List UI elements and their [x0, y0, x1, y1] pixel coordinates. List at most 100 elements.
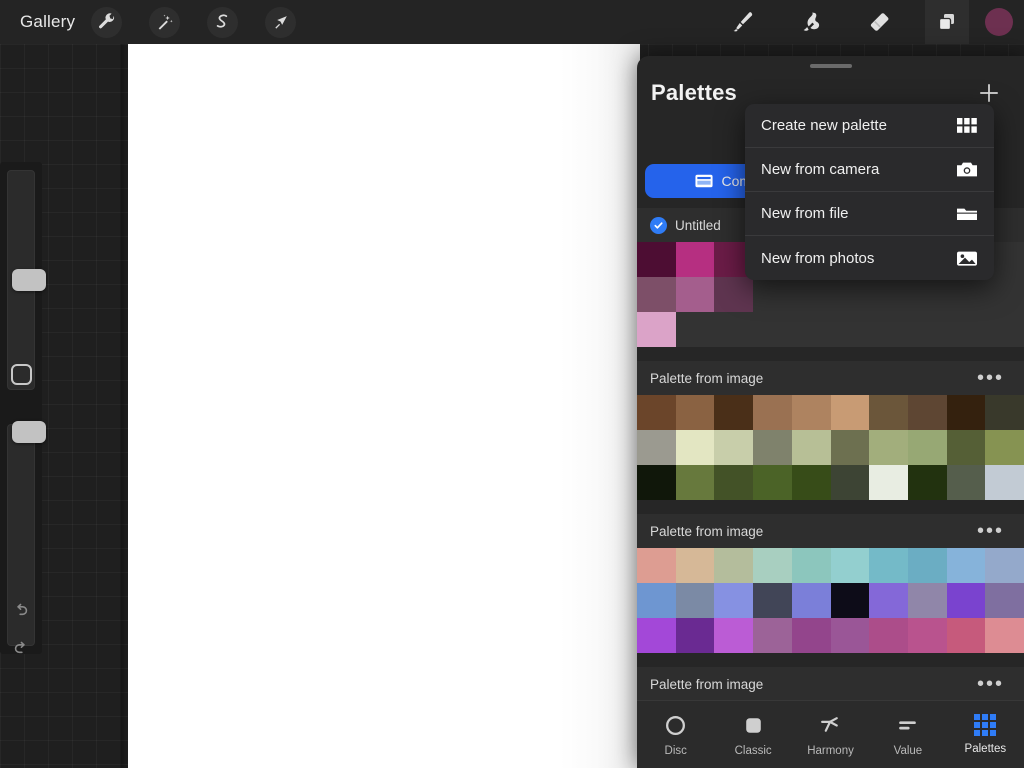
color-swatch[interactable]	[869, 430, 908, 465]
color-swatch[interactable]	[947, 618, 986, 653]
menu-item-new-from-photos[interactable]: New from photos	[745, 236, 994, 280]
undo-button[interactable]	[0, 592, 42, 630]
color-swatch[interactable]	[753, 583, 792, 618]
color-swatch[interactable]	[985, 277, 1024, 312]
color-swatch[interactable]	[869, 465, 908, 500]
color-swatch[interactable]	[831, 548, 870, 583]
tab-palettes[interactable]: Palettes	[947, 714, 1024, 755]
color-swatch[interactable]	[637, 277, 676, 312]
color-swatch[interactable]	[792, 465, 831, 500]
color-swatch[interactable]	[908, 618, 947, 653]
tab-harmony[interactable]: Harmony	[792, 713, 869, 757]
color-swatch[interactable]	[869, 312, 908, 347]
tab-classic[interactable]: Classic	[714, 713, 791, 757]
palette-options-button[interactable]: •••	[977, 372, 1004, 384]
palette-options-button[interactable]: •••	[977, 678, 1004, 690]
brush-size-slider[interactable]	[7, 170, 35, 390]
color-swatch[interactable]	[792, 583, 831, 618]
color-swatch[interactable]	[637, 465, 676, 500]
menu-item-new-from-camera[interactable]: New from camera	[745, 148, 994, 192]
color-swatch[interactable]	[947, 465, 986, 500]
color-swatch[interactable]	[831, 430, 870, 465]
current-color-swatch[interactable]	[985, 8, 1013, 36]
color-swatch[interactable]	[637, 548, 676, 583]
color-swatch[interactable]	[908, 430, 947, 465]
color-swatch[interactable]	[869, 395, 908, 430]
color-swatch[interactable]	[637, 583, 676, 618]
palette-options-button[interactable]: •••	[977, 525, 1004, 537]
color-swatch[interactable]	[753, 395, 792, 430]
brush-size-thumb[interactable]	[12, 269, 46, 291]
color-swatch[interactable]	[831, 277, 870, 312]
color-swatch[interactable]	[676, 618, 715, 653]
color-swatch[interactable]	[753, 430, 792, 465]
menu-item-create-new-palette[interactable]: Create new palette	[745, 104, 994, 148]
selection-icon[interactable]	[207, 7, 238, 38]
color-swatch[interactable]	[908, 548, 947, 583]
color-swatch[interactable]	[792, 430, 831, 465]
color-swatch[interactable]	[831, 465, 870, 500]
color-swatch[interactable]	[676, 465, 715, 500]
panel-drag-handle[interactable]	[810, 64, 852, 68]
magic-wand-icon[interactable]	[149, 7, 180, 38]
color-swatch[interactable]	[676, 548, 715, 583]
wrench-icon[interactable]	[91, 7, 122, 38]
color-swatch[interactable]	[985, 583, 1024, 618]
color-swatch[interactable]	[714, 548, 753, 583]
color-swatch[interactable]	[869, 277, 908, 312]
color-swatch[interactable]	[908, 465, 947, 500]
color-swatch[interactable]	[753, 312, 792, 347]
color-swatch[interactable]	[753, 465, 792, 500]
color-swatch[interactable]	[985, 618, 1024, 653]
color-swatch[interactable]	[637, 430, 676, 465]
menu-item-new-from-file[interactable]: New from file	[745, 192, 994, 236]
palette-list[interactable]: UntitledPalette from image•••Palette fro…	[637, 208, 1024, 756]
color-swatch[interactable]	[985, 548, 1024, 583]
color-swatch[interactable]	[676, 583, 715, 618]
color-swatch[interactable]	[947, 312, 986, 347]
color-swatch[interactable]	[753, 618, 792, 653]
color-swatch[interactable]	[869, 618, 908, 653]
color-swatch[interactable]	[947, 583, 986, 618]
eraser-icon[interactable]	[857, 0, 901, 44]
color-swatch[interactable]	[676, 312, 715, 347]
color-swatch[interactable]	[985, 312, 1024, 347]
tab-value[interactable]: Value	[869, 713, 946, 757]
color-swatch[interactable]	[908, 583, 947, 618]
color-swatch[interactable]	[637, 242, 676, 277]
color-swatch[interactable]	[676, 430, 715, 465]
color-swatch[interactable]	[831, 618, 870, 653]
redo-button[interactable]	[0, 630, 42, 668]
gallery-button[interactable]: Gallery	[0, 0, 91, 44]
color-swatch[interactable]	[792, 548, 831, 583]
smudge-icon[interactable]	[789, 0, 833, 44]
paintbrush-icon[interactable]	[721, 0, 765, 44]
color-swatch[interactable]	[753, 277, 792, 312]
color-swatch[interactable]	[985, 395, 1024, 430]
palette-card[interactable]: Palette from image•••	[637, 361, 1024, 500]
brush-opacity-thumb[interactable]	[12, 421, 46, 443]
transform-arrow-icon[interactable]	[265, 7, 296, 38]
color-swatch[interactable]	[676, 277, 715, 312]
palette-card[interactable]: Palette from image•••	[637, 514, 1024, 653]
modify-button[interactable]	[11, 364, 32, 385]
color-swatch[interactable]	[985, 465, 1024, 500]
color-swatch[interactable]	[908, 277, 947, 312]
color-swatch[interactable]	[637, 312, 676, 347]
color-swatch[interactable]	[714, 395, 753, 430]
color-swatch[interactable]	[908, 395, 947, 430]
tab-disc[interactable]: Disc	[637, 713, 714, 757]
color-swatch[interactable]	[714, 430, 753, 465]
color-swatch[interactable]	[792, 277, 831, 312]
color-swatch[interactable]	[637, 618, 676, 653]
color-swatch[interactable]	[831, 312, 870, 347]
color-swatch[interactable]	[947, 395, 986, 430]
layers-icon[interactable]	[925, 0, 969, 44]
color-swatch[interactable]	[714, 465, 753, 500]
color-swatch[interactable]	[714, 277, 753, 312]
color-swatch[interactable]	[676, 395, 715, 430]
color-swatch[interactable]	[869, 548, 908, 583]
color-swatch[interactable]	[714, 583, 753, 618]
color-swatch[interactable]	[869, 583, 908, 618]
color-swatch[interactable]	[831, 395, 870, 430]
